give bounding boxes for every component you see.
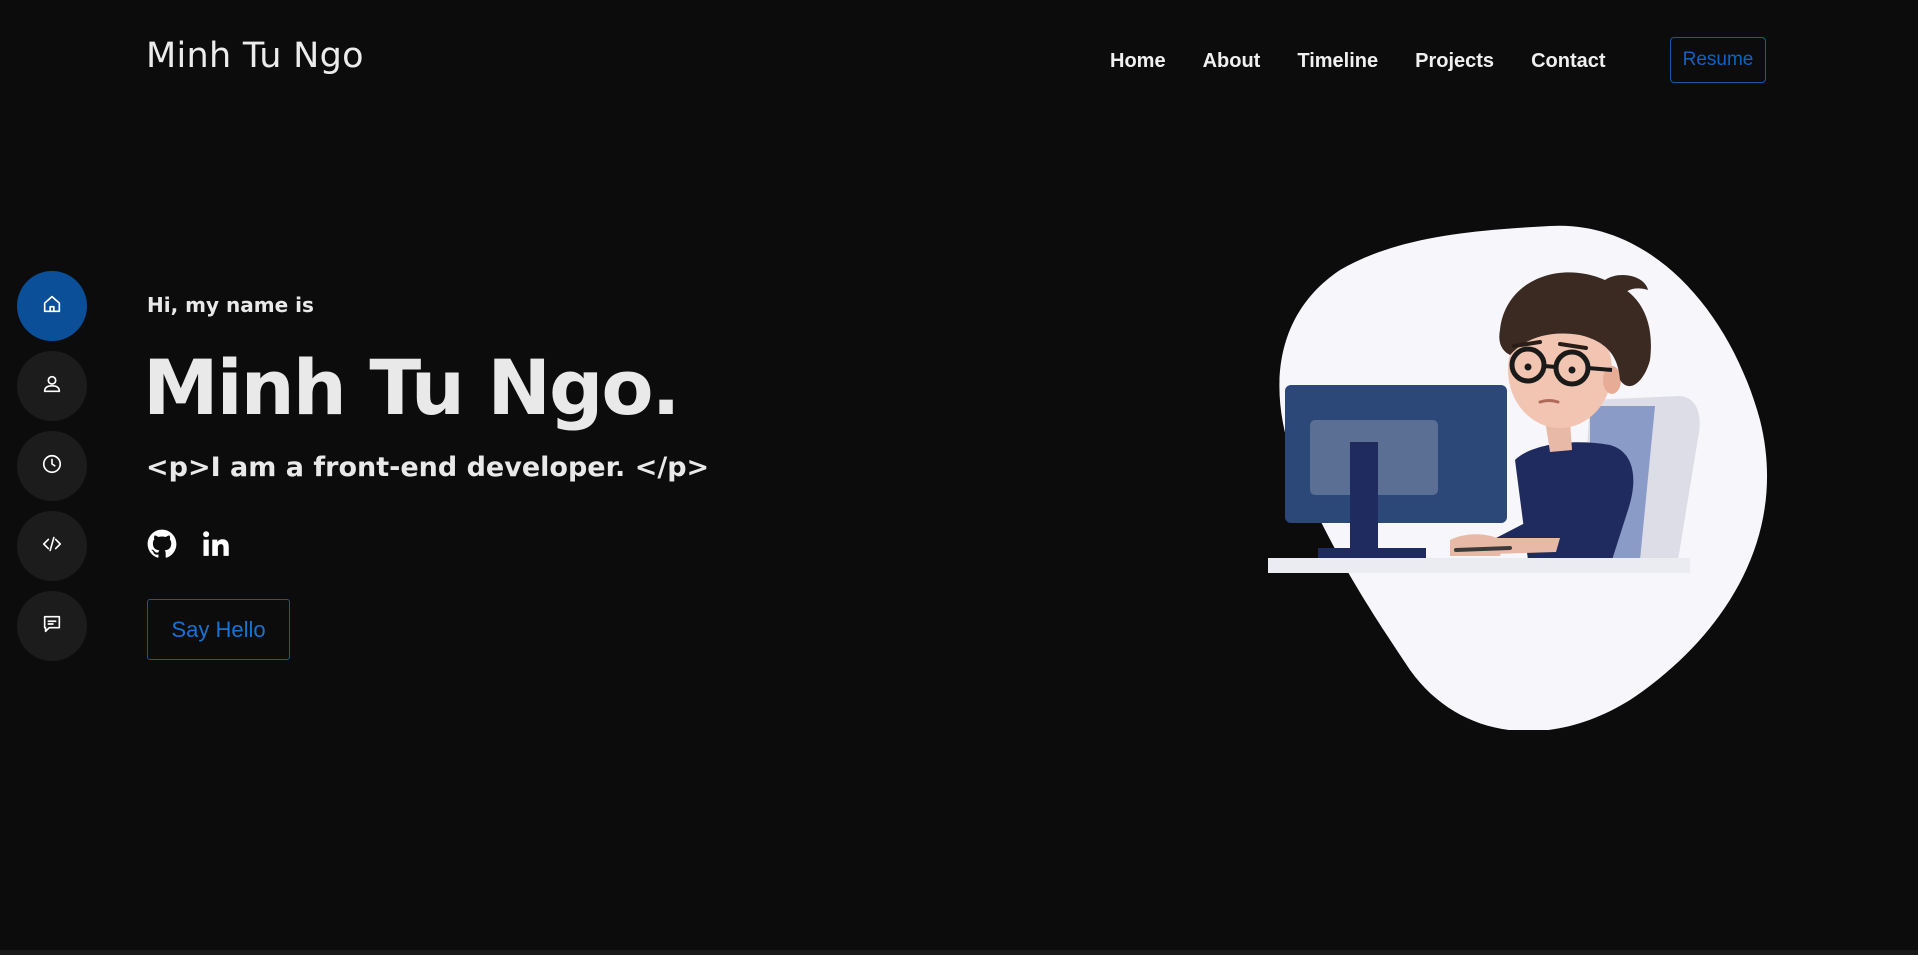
nav-about[interactable]: About xyxy=(1203,50,1261,73)
bottom-strip xyxy=(0,950,1918,955)
nav-home[interactable]: Home xyxy=(1110,50,1166,73)
side-nav-about[interactable] xyxy=(17,351,87,421)
linkedin-icon xyxy=(201,529,231,564)
nav-projects[interactable]: Projects xyxy=(1415,50,1494,73)
side-nav-home[interactable] xyxy=(17,271,87,341)
home-icon xyxy=(41,293,63,320)
say-hello-button[interactable]: Say Hello xyxy=(147,599,290,660)
side-nav-contact[interactable] xyxy=(17,591,87,661)
main-nav: Home About Timeline Projects Contact xyxy=(1110,36,1643,86)
linkedin-link[interactable] xyxy=(200,530,232,562)
github-link[interactable] xyxy=(146,529,178,564)
page: Minh Tu Ngo Home About Timeline Projects… xyxy=(0,0,1918,955)
nav-timeline[interactable]: Timeline xyxy=(1297,50,1378,73)
message-icon xyxy=(41,613,63,640)
github-icon xyxy=(147,529,177,564)
user-icon xyxy=(41,373,63,400)
code-icon xyxy=(41,533,63,560)
developer-illustration xyxy=(1260,220,1780,732)
side-nav-projects[interactable] xyxy=(17,511,87,581)
nav-contact[interactable]: Contact xyxy=(1531,50,1605,73)
side-nav xyxy=(17,271,87,671)
social-links xyxy=(146,529,254,564)
hero-greeting: Hi, my name is xyxy=(147,293,314,317)
hero-tagline: <p>I am a front-end developer. </p> xyxy=(146,452,710,483)
clock-icon xyxy=(41,453,63,480)
resume-button[interactable]: Resume xyxy=(1670,37,1766,83)
side-nav-timeline[interactable] xyxy=(17,431,87,501)
brand-logo[interactable]: Minh Tu Ngo xyxy=(146,36,364,76)
developer-at-computer-image xyxy=(1268,225,1768,732)
hero-name: Minh Tu Ngo. xyxy=(143,343,680,432)
